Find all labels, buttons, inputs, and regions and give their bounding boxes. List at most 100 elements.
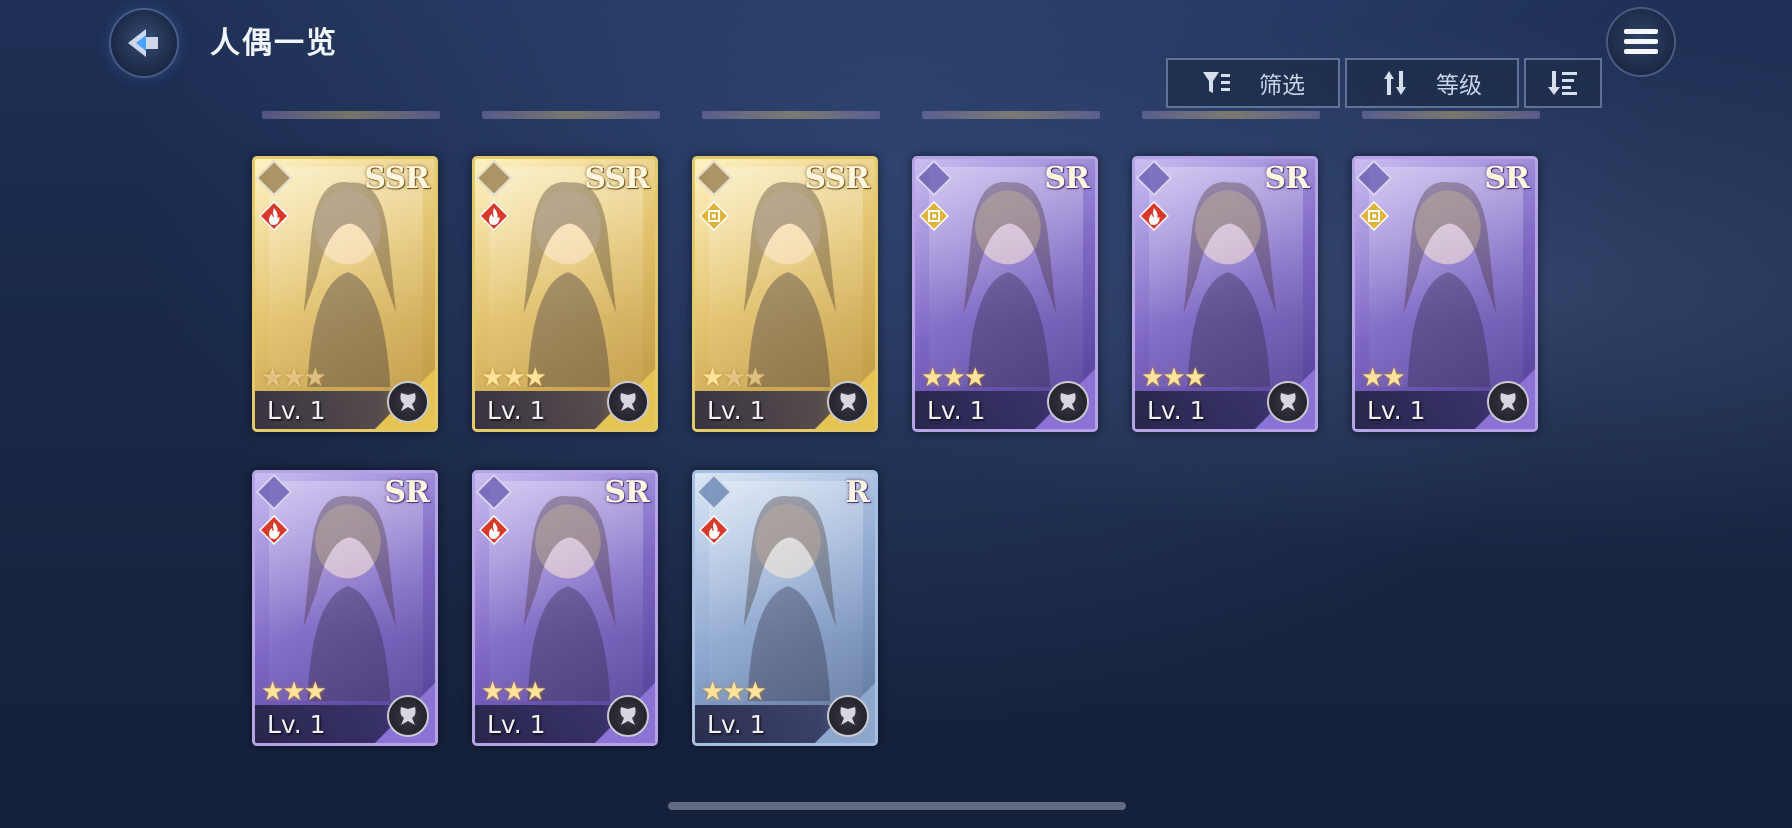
star-icon: ★	[743, 677, 767, 707]
doll-card[interactable]: SR ★★★ Lv. 1	[912, 156, 1098, 432]
star-icon: ★	[261, 363, 284, 393]
previous-row-card-edge	[922, 111, 1100, 119]
star-icon: ★	[481, 677, 504, 707]
star-icon: ★	[701, 677, 724, 707]
fire-element-icon	[1138, 200, 1170, 232]
doll-card[interactable]: R ★★★ Lv. 1	[692, 470, 878, 746]
star-icon: ★	[921, 363, 944, 393]
star-icon: ★	[1162, 363, 1185, 393]
filter-icon	[1203, 72, 1230, 93]
previous-row-card-edge	[1362, 111, 1540, 119]
sort-descending-icon	[1548, 71, 1577, 95]
previous-row-card-edge	[482, 111, 660, 119]
doll-card[interactable]: SR ★★★ Lv. 1	[472, 470, 658, 746]
rarity-label: SR	[384, 475, 430, 510]
page-title: 人偶一览	[210, 26, 338, 61]
faction-emblem-icon	[387, 381, 429, 423]
sort-label: 等级	[1436, 73, 1482, 99]
star-rating: ★★★	[261, 677, 327, 707]
previous-row-card-edge	[702, 111, 880, 119]
faction-emblem-icon	[607, 381, 649, 423]
star-icon: ★	[502, 363, 525, 393]
star-icon: ★	[523, 363, 547, 393]
back-arrow-icon	[128, 29, 158, 57]
faction-emblem-icon	[827, 695, 869, 737]
star-rating: ★★★	[701, 677, 767, 707]
rarity-label: SSR	[584, 161, 650, 196]
level-label: Lv. 1	[267, 396, 326, 425]
character-portrait	[929, 167, 1083, 387]
star-icon: ★	[1361, 363, 1384, 393]
rarity-label: SR	[1484, 161, 1530, 196]
doll-card[interactable]: SR ★★★ Lv. 1	[252, 470, 438, 746]
home-indicator	[668, 802, 1126, 810]
star-icon: ★	[1183, 363, 1207, 393]
rarity-label: SSR	[364, 161, 430, 196]
star-icon: ★	[303, 363, 327, 393]
back-button[interactable]	[111, 10, 177, 76]
star-icon: ★	[722, 677, 745, 707]
fire-element-icon	[258, 200, 290, 232]
fire-element-icon	[478, 200, 510, 232]
light-element-icon	[918, 200, 950, 232]
star-icon: ★	[481, 363, 504, 393]
star-rating: ★★★	[261, 363, 327, 393]
star-icon: ★	[282, 363, 305, 393]
faction-emblem-icon	[1487, 381, 1529, 423]
doll-card[interactable]: SSR ★★★ Lv. 1	[692, 156, 878, 432]
star-icon: ★	[502, 677, 525, 707]
level-label: Lv. 1	[1147, 396, 1206, 425]
character-portrait	[1149, 167, 1303, 387]
sort-order-button[interactable]	[1524, 58, 1602, 108]
character-portrait	[269, 167, 423, 387]
sort-level-button[interactable]: 等级	[1345, 58, 1519, 108]
character-portrait	[1369, 167, 1523, 387]
faction-emblem-icon	[387, 695, 429, 737]
doll-card[interactable]: SR ★★★ Lv. 1	[1132, 156, 1318, 432]
star-icon: ★	[942, 363, 965, 393]
faction-emblem-icon	[1267, 381, 1309, 423]
star-icon: ★	[303, 677, 327, 707]
filter-label: 筛选	[1259, 73, 1305, 99]
light-element-icon	[698, 200, 730, 232]
star-rating: ★★★	[1141, 363, 1207, 393]
previous-row-card-edge	[1142, 111, 1320, 119]
star-icon: ★	[743, 363, 767, 393]
character-portrait	[709, 167, 863, 387]
fire-element-icon	[698, 514, 730, 546]
star-rating: ★★	[1361, 363, 1406, 393]
star-icon: ★	[701, 363, 724, 393]
doll-card[interactable]: SSR ★★★ Lv. 1	[252, 156, 438, 432]
level-label: Lv. 1	[487, 710, 546, 739]
star-rating: ★★★	[481, 363, 547, 393]
rarity-label: SR	[1264, 161, 1310, 196]
star-icon: ★	[722, 363, 745, 393]
star-icon: ★	[261, 677, 284, 707]
star-rating: ★★★	[701, 363, 767, 393]
previous-row-card-edge	[262, 111, 440, 119]
star-rating: ★★★	[481, 677, 547, 707]
star-icon: ★	[523, 677, 547, 707]
faction-emblem-icon	[607, 695, 649, 737]
doll-card[interactable]: SR ★★ Lv. 1	[1352, 156, 1538, 432]
doll-card[interactable]: SSR ★★★ Lv. 1	[472, 156, 658, 432]
level-label: Lv. 1	[487, 396, 546, 425]
fire-element-icon	[478, 514, 510, 546]
character-portrait	[489, 481, 643, 701]
menu-button[interactable]	[1608, 9, 1674, 75]
character-portrait	[489, 167, 643, 387]
character-portrait	[709, 481, 863, 701]
character-portrait	[269, 481, 423, 701]
hamburger-menu-icon	[1624, 29, 1658, 54]
faction-emblem-icon	[1047, 381, 1089, 423]
rarity-label: R	[845, 475, 870, 510]
fire-element-icon	[258, 514, 290, 546]
level-label: Lv. 1	[707, 396, 766, 425]
star-rating: ★★★	[921, 363, 987, 393]
filter-button[interactable]: 筛选	[1166, 58, 1340, 108]
rarity-label: SSR	[804, 161, 870, 196]
level-label: Lv. 1	[1367, 396, 1426, 425]
star-icon: ★	[282, 677, 305, 707]
level-label: Lv. 1	[927, 396, 986, 425]
faction-emblem-icon	[827, 381, 869, 423]
